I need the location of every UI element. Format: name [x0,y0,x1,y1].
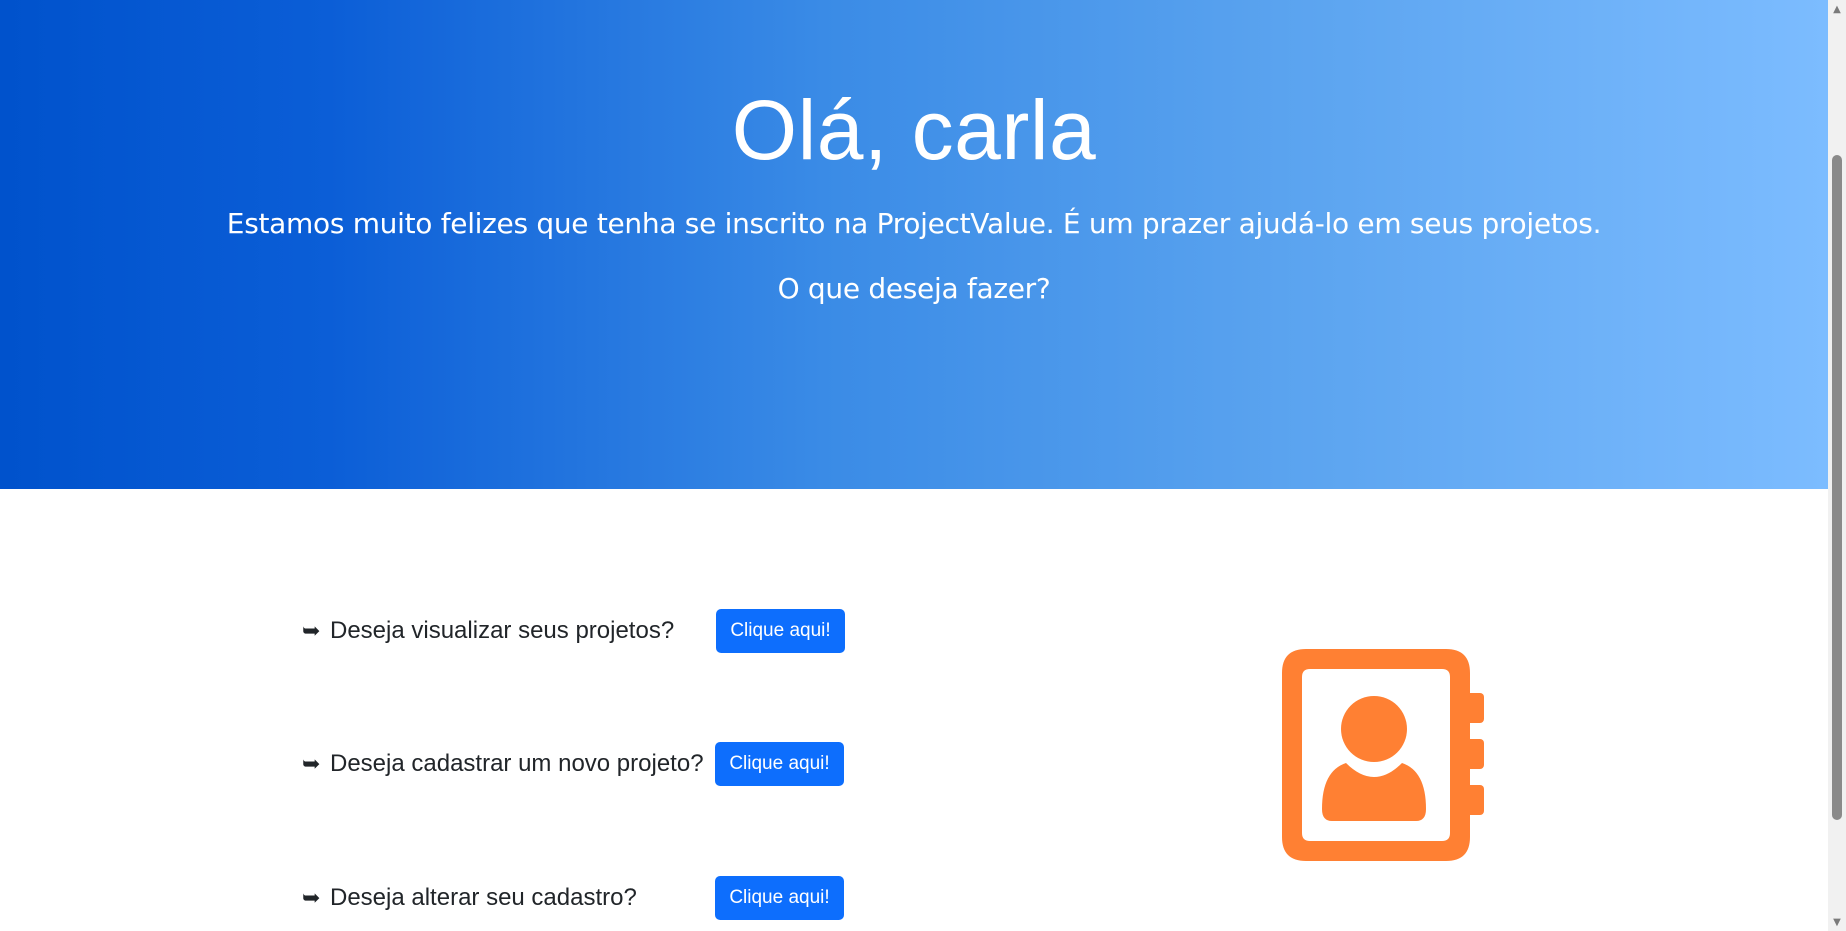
scrollbar-thumb[interactable] [1832,155,1842,820]
option-new-project: ➥ Deseja cadastrar um novo projeto? [302,742,704,786]
vertical-scrollbar[interactable]: ▲ ▼ [1828,0,1846,931]
action-question: O que deseja fazer? [777,272,1051,305]
address-book-icon [1280,645,1486,865]
hero-banner: Olá, carla Estamos muito felizes que ten… [0,0,1828,489]
edit-account-button[interactable]: Clique aqui! [715,876,844,920]
new-project-button[interactable]: Clique aqui! [715,742,844,786]
page: Olá, carla Estamos muito felizes que ten… [0,0,1846,931]
welcome-message: Estamos muito felizes que tenha se inscr… [226,207,1602,240]
option-view-projects: ➥ Deseja visualizar seus projetos? [302,609,674,653]
greeting-title: Olá, carla [731,83,1097,177]
option-edit-account: ➥ Deseja alterar seu cadastro? [302,876,637,920]
arrow-right-icon: ➥ [302,618,321,644]
scroll-down-icon[interactable]: ▼ [1828,913,1846,931]
option-label: Deseja alterar seu cadastro? [330,884,637,911]
scroll-up-icon[interactable]: ▲ [1828,0,1846,18]
view-projects-button[interactable]: Clique aqui! [716,609,845,653]
arrow-right-icon: ➥ [302,751,321,777]
arrow-right-icon: ➥ [302,885,321,911]
option-label: Deseja visualizar seus projetos? [330,617,675,644]
option-label: Deseja cadastrar um novo projeto? [330,750,704,777]
